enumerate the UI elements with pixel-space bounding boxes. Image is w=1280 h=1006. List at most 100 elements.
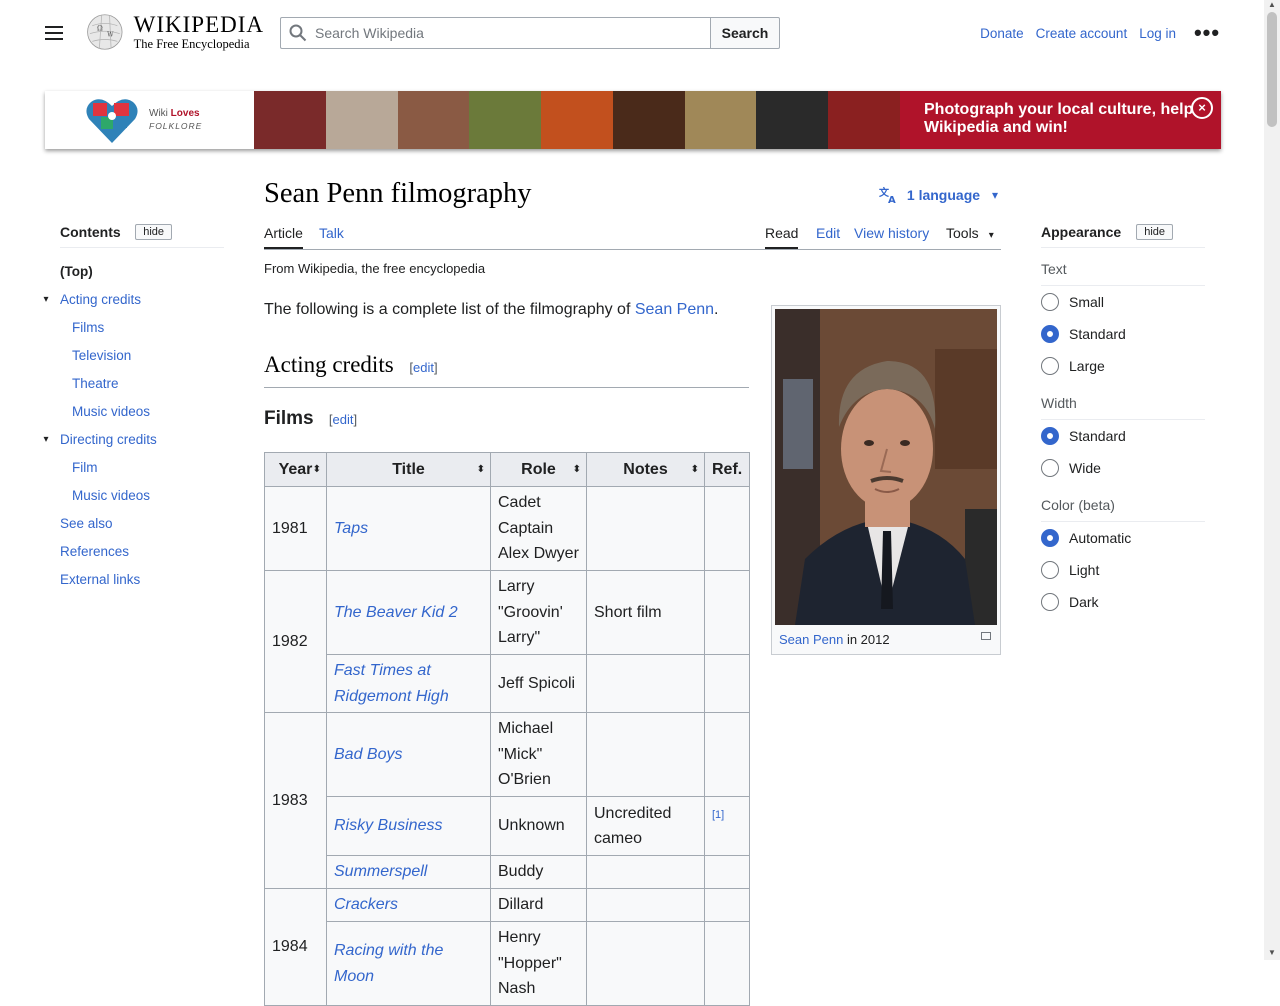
close-icon[interactable]: × [1191, 97, 1213, 119]
cell-ref [703, 654, 751, 713]
toc-item-directing-music-videos[interactable]: Music videos [60, 482, 224, 510]
heading-text: Films [264, 408, 314, 429]
sort-icon[interactable]: ⬍ [313, 464, 321, 475]
toc-item-external-links[interactable]: External links [60, 566, 224, 594]
site-subtitle: From Wikipedia, the free encyclopedia [264, 261, 486, 276]
translate-icon: 文 A [879, 186, 896, 204]
scroll-down-icon[interactable]: ▼ [1264, 948, 1280, 960]
width-option-wide[interactable]: Wide [1041, 452, 1205, 484]
search-button[interactable]: Search [710, 17, 780, 49]
toc-item-acting-credits[interactable]: ▾ Acting credits [43, 286, 224, 314]
toc-item-references[interactable]: References [60, 538, 224, 566]
search-input[interactable] [307, 24, 710, 42]
language-button[interactable]: 文 A 1 language ▾ [865, 179, 1012, 210]
cell-title: Summerspell [326, 855, 491, 889]
chevron-down-icon[interactable]: ▾ [38, 292, 54, 308]
table-row: 1984 Crackers Dillard [264, 888, 751, 1006]
donate-link[interactable]: Donate [980, 26, 1024, 41]
radio-button[interactable] [1041, 529, 1059, 547]
tab-edit[interactable]: Edit [816, 213, 840, 249]
color-option-automatic[interactable]: Automatic [1041, 522, 1205, 554]
page-scrollbar[interactable]: ▲ ▼ [1264, 0, 1280, 960]
color-option-dark[interactable]: Dark [1041, 586, 1205, 618]
color-option-light[interactable]: Light [1041, 554, 1205, 586]
wikipedia-globe-icon: Ω W [87, 14, 123, 50]
scroll-up-icon[interactable]: ▲ [1264, 0, 1280, 12]
width-option-standard[interactable]: Standard [1041, 420, 1205, 452]
appearance-hide-button[interactable]: hide [1136, 223, 1173, 240]
radio-label: Dark [1069, 594, 1099, 610]
enlarge-icon[interactable] [981, 632, 991, 640]
cell-title: Risky Business [326, 796, 491, 856]
film-link[interactable]: Racing with the Moon [334, 942, 443, 985]
toc-item-directing-credits[interactable]: ▾ Directing credits [43, 426, 224, 454]
radio-button[interactable] [1041, 427, 1059, 445]
toc-title: Contents [60, 223, 121, 240]
toc-item-top[interactable]: (Top) [60, 258, 224, 286]
column-header-title[interactable]: Title ⬍ [326, 452, 491, 487]
tab-view-history[interactable]: View history [854, 213, 929, 249]
create-account-link[interactable]: Create account [1036, 26, 1128, 41]
radio-button[interactable] [1041, 593, 1059, 611]
chevron-down-icon: ▾ [992, 187, 999, 202]
log-in-link[interactable]: Log in [1139, 26, 1176, 41]
film-link[interactable]: Summerspell [334, 863, 427, 880]
edit-section-link[interactable]: edit [333, 412, 354, 427]
caption-link[interactable]: Sean Penn [779, 632, 843, 647]
toc-item-film[interactable]: Film [60, 454, 224, 482]
column-header-role[interactable]: Role ⬍ [490, 452, 587, 487]
cell-role: Unknown [490, 796, 587, 856]
sean-penn-link[interactable]: Sean Penn [635, 301, 714, 318]
tab-article[interactable]: Article [264, 213, 303, 249]
banner-cta[interactable]: Photograph your local culture, help Wiki… [900, 91, 1221, 149]
tab-talk[interactable]: Talk [319, 213, 344, 249]
cell-ref [703, 570, 751, 655]
toc-item-music-videos[interactable]: Music videos [60, 398, 224, 426]
more-options-icon[interactable]: ••• [1188, 17, 1226, 49]
radio-button[interactable] [1041, 325, 1059, 343]
tab-read[interactable]: Read [765, 213, 799, 249]
film-link[interactable]: The Beaver Kid 2 [334, 604, 458, 621]
header-label: Role [521, 460, 556, 478]
radio-button[interactable] [1041, 357, 1059, 375]
sort-icon[interactable]: ⬍ [691, 464, 699, 475]
film-link[interactable]: Taps [334, 520, 368, 537]
cell-title: Racing with the Moon [326, 921, 491, 1006]
wiki-loves-folklore-logo: Wiki Loves FOLKLORE [45, 91, 254, 149]
text-size-option-standard[interactable]: Standard [1041, 318, 1205, 350]
film-link[interactable]: Bad Boys [334, 746, 402, 763]
film-link[interactable]: Crackers [334, 896, 398, 913]
column-header-notes[interactable]: Notes ⬍ [586, 452, 705, 487]
cell-notes [586, 712, 705, 797]
toc-item-see-also[interactable]: See also [60, 510, 224, 538]
intro-text: The following is a complete list of the … [264, 301, 635, 318]
tools-dropdown[interactable]: Tools ▾ [946, 213, 994, 249]
banner-photo-strip [254, 91, 901, 149]
toc-item-television[interactable]: Television [60, 342, 224, 370]
radio-button[interactable] [1041, 293, 1059, 311]
edit-section-link[interactable]: edit [413, 360, 434, 375]
sean-penn-photo[interactable] [775, 309, 997, 625]
radio-button[interactable] [1041, 561, 1059, 579]
film-link[interactable]: Fast Times at Ridgemont High [334, 662, 449, 705]
text-size-option-large[interactable]: Large [1041, 350, 1205, 382]
scrollbar-thumb[interactable] [1267, 12, 1277, 127]
wikipedia-logo[interactable]: Ω W Wikipedia The Free Encyclopedia [86, 8, 264, 56]
toc-item-films[interactable]: Films [60, 314, 224, 342]
toc-hide-button[interactable]: hide [135, 223, 172, 240]
chevron-down-icon[interactable]: ▾ [38, 432, 54, 448]
toc-item-theatre[interactable]: Theatre [60, 370, 224, 398]
cell-ref [703, 855, 751, 889]
radio-button[interactable] [1041, 459, 1059, 477]
column-header-year[interactable]: Year ⬍ [264, 452, 327, 487]
text-size-option-small[interactable]: Small [1041, 286, 1205, 318]
films-table: Year ⬍ Title ⬍ Role ⬍ Notes ⬍ Ref. 1981 Taps… [264, 452, 751, 1006]
sort-icon[interactable]: ⬍ [573, 464, 581, 475]
campaign-banner[interactable]: Wiki Loves FOLKLORE Photograph your loca… [45, 91, 1221, 149]
hamburger-menu-icon[interactable] [38, 17, 70, 49]
cell-notes [586, 654, 705, 713]
film-link[interactable]: Risky Business [334, 817, 442, 834]
column-header-ref: Ref. [703, 452, 751, 487]
sort-icon[interactable]: ⬍ [477, 464, 485, 475]
citation-link[interactable]: [1] [712, 809, 724, 821]
